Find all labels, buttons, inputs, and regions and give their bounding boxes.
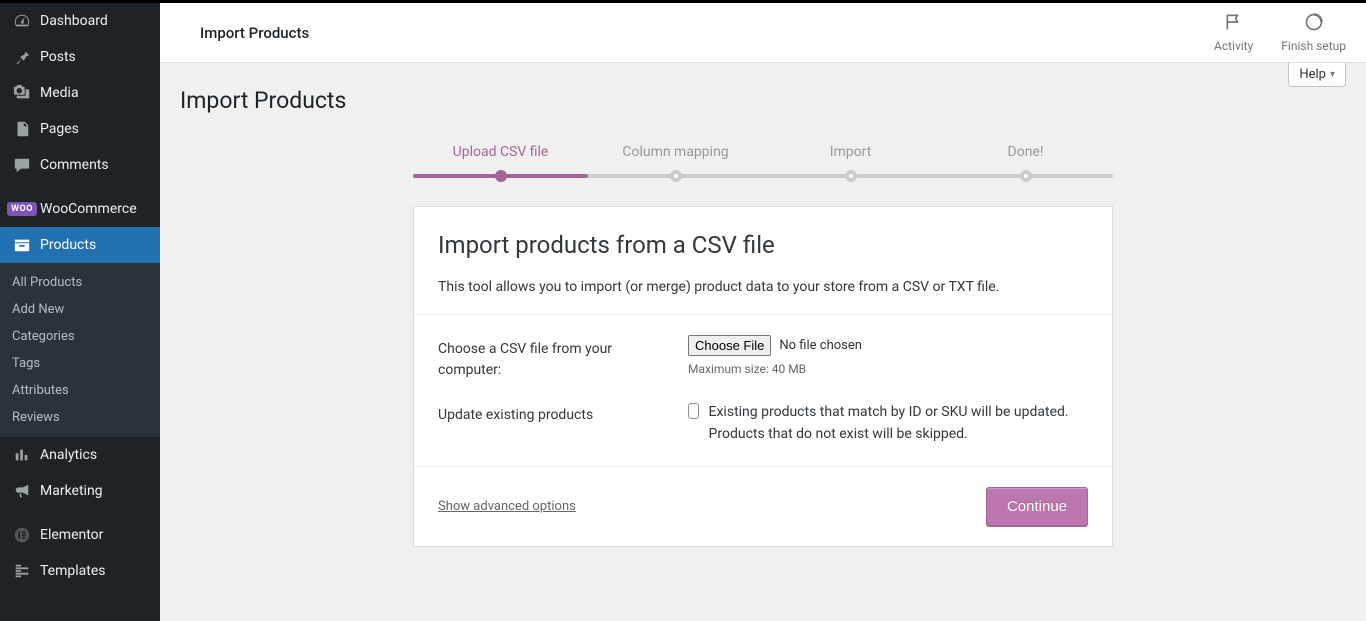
step-done: Done! [938, 144, 1113, 186]
file-field-label: Choose a CSV file from your computer: [438, 335, 638, 381]
step-dot-icon [495, 170, 507, 182]
sidebar-item-label: Products [40, 237, 96, 253]
progress-circle-icon [1304, 12, 1324, 35]
file-chosen-status: No file chosen [779, 338, 862, 353]
topbar: Import Products Activity Finish setup [160, 3, 1366, 63]
sidebar-item-label: Analytics [40, 447, 97, 463]
step-label: Column mapping [622, 144, 728, 160]
templates-icon [12, 561, 32, 581]
sidebar-item-pages[interactable]: Pages [0, 111, 160, 147]
woocommerce-icon: WOO [12, 199, 32, 219]
card-title: Import products from a CSV file [438, 231, 1088, 259]
sidebar-item-label: Pages [40, 121, 79, 137]
sidebar-item-dashboard[interactable]: Dashboard [0, 3, 160, 39]
submenu-attributes[interactable]: Attributes [0, 377, 160, 404]
activity-label: Activity [1214, 39, 1253, 53]
sidebar-item-label: Dashboard [40, 13, 108, 29]
submenu-tags[interactable]: Tags [0, 350, 160, 377]
products-icon [12, 235, 32, 255]
sidebar-item-analytics[interactable]: Analytics [0, 437, 160, 473]
update-existing-description: Existing products that match by ID or SK… [709, 401, 1088, 446]
sidebar-item-elementor[interactable]: Elementor [0, 517, 160, 553]
woo-badge: WOO [7, 202, 37, 216]
sidebar-item-media[interactable]: Media [0, 75, 160, 111]
continue-button[interactable]: Continue [986, 487, 1088, 526]
import-card: Import products from a CSV file This too… [413, 206, 1113, 547]
sidebar-item-products[interactable]: Products [0, 227, 160, 263]
help-tab[interactable]: Help [1288, 63, 1346, 87]
sidebar-item-label: Comments [40, 157, 109, 173]
topbar-title: Import Products [200, 24, 309, 42]
sidebar-item-posts[interactable]: Posts [0, 39, 160, 75]
step-upload: Upload CSV file [413, 144, 588, 186]
sidebar-item-label: Elementor [40, 527, 103, 543]
pages-icon [12, 119, 32, 139]
choose-file-button[interactable]: Choose File [688, 335, 771, 356]
sidebar-item-templates[interactable]: Templates [0, 553, 160, 589]
help-label: Help [1299, 67, 1326, 82]
sidebar-item-label: WooCommerce [40, 201, 137, 217]
step-label: Done! [1008, 144, 1044, 160]
comments-icon [12, 155, 32, 175]
max-size-hint: Maximum size: 40 MB [688, 362, 1088, 376]
import-stepper: Upload CSV file Column mapping Import Do… [413, 144, 1113, 186]
page-title: Import Products [180, 87, 1346, 114]
submenu-reviews[interactable]: Reviews [0, 404, 160, 431]
pin-icon [12, 47, 32, 67]
submenu-all-products[interactable]: All Products [0, 269, 160, 296]
step-dot-icon [670, 170, 682, 182]
sidebar-item-woocommerce[interactable]: WOO WooCommerce [0, 191, 160, 227]
sidebar-item-label: Posts [40, 49, 76, 65]
step-column-mapping: Column mapping [588, 144, 763, 186]
step-label: Import [830, 144, 872, 160]
step-dot-icon [1020, 170, 1032, 182]
elementor-icon [12, 525, 32, 545]
admin-sidebar: Dashboard Posts Media Pages Comments [0, 3, 160, 621]
show-advanced-options-link[interactable]: Show advanced options [438, 499, 576, 514]
card-description: This tool allows you to import (or merge… [438, 277, 1088, 298]
activity-button[interactable]: Activity [1214, 12, 1253, 53]
step-dot-icon [845, 170, 857, 182]
media-icon [12, 83, 32, 103]
products-submenu: All Products Add New Categories Tags Att… [0, 263, 160, 437]
sidebar-item-comments[interactable]: Comments [0, 147, 160, 183]
megaphone-icon [12, 481, 32, 501]
submenu-add-new[interactable]: Add New [0, 296, 160, 323]
finish-setup-button[interactable]: Finish setup [1281, 12, 1346, 53]
step-import: Import [763, 144, 938, 186]
dashboard-icon [12, 11, 32, 31]
sidebar-item-marketing[interactable]: Marketing [0, 473, 160, 509]
update-existing-checkbox[interactable] [688, 403, 699, 419]
flag-icon [1224, 12, 1244, 35]
sidebar-item-label: Media [40, 85, 79, 101]
update-existing-label: Update existing products [438, 401, 638, 426]
submenu-categories[interactable]: Categories [0, 323, 160, 350]
analytics-icon [12, 445, 32, 465]
sidebar-item-label: Marketing [40, 483, 103, 499]
finish-setup-label: Finish setup [1281, 39, 1346, 53]
sidebar-item-label: Templates [40, 563, 106, 579]
step-label: Upload CSV file [453, 144, 549, 160]
